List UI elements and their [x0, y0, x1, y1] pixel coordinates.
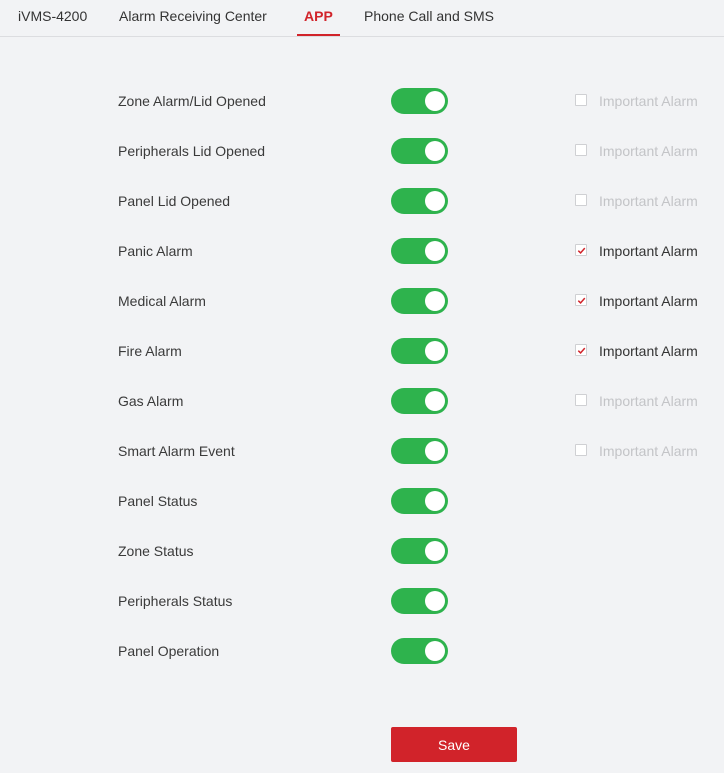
toggle-knob: [425, 141, 445, 161]
toggle-switch[interactable]: [391, 588, 448, 614]
toggle-knob: [425, 291, 445, 311]
save-button[interactable]: Save: [391, 727, 517, 762]
toggle-knob: [425, 341, 445, 361]
toggle-knob: [425, 591, 445, 611]
important-alarm-label: Important Alarm: [599, 443, 698, 459]
setting-label: Panel Status: [118, 493, 198, 509]
checkbox-unchecked-icon: [575, 444, 587, 456]
toggle-switch[interactable]: [391, 188, 448, 214]
toggle-knob: [425, 241, 445, 261]
setting-label: Panic Alarm: [118, 243, 193, 259]
tab-phone-call-and-sms[interactable]: Phone Call and SMS: [364, 8, 494, 35]
setting-row-peripherals-lid-opened: Peripherals Lid Opened Important Alarm: [0, 136, 724, 166]
setting-row-panel-status: Panel Status: [0, 486, 724, 516]
checkbox-unchecked-icon: [575, 94, 587, 106]
tab-bar: iVMS-4200 Alarm Receiving Center APP Pho…: [0, 0, 724, 37]
setting-row-fire-alarm: Fire Alarm Important Alarm: [0, 336, 724, 366]
important-alarm-label: Important Alarm: [599, 343, 698, 359]
checkbox-unchecked-icon: [575, 394, 587, 406]
setting-label: Panel Operation: [118, 643, 220, 659]
setting-label: Fire Alarm: [118, 343, 182, 359]
checkbox-unchecked-icon: [575, 144, 587, 156]
toggle-switch[interactable]: [391, 238, 448, 264]
toggle-knob: [425, 491, 445, 511]
checkbox-checked-icon: [575, 294, 587, 306]
setting-label: Zone Status: [118, 543, 194, 559]
toggle-knob: [425, 391, 445, 411]
setting-row-panel-lid-opened: Panel Lid Opened Important Alarm: [0, 186, 724, 216]
toggle-knob: [425, 641, 445, 661]
toggle-knob: [425, 441, 445, 461]
setting-label: Peripherals Status: [118, 593, 233, 609]
important-alarm-label: Important Alarm: [599, 243, 698, 259]
important-alarm-label: Important Alarm: [599, 193, 698, 209]
toggle-knob: [425, 541, 445, 561]
toggle-switch[interactable]: [391, 88, 448, 114]
setting-row-medical-alarm: Medical Alarm Important Alarm: [0, 286, 724, 316]
important-alarm-label: Important Alarm: [599, 393, 698, 409]
checkbox-checked-icon: [575, 344, 587, 356]
toggle-switch[interactable]: [391, 388, 448, 414]
toggle-switch[interactable]: [391, 338, 448, 364]
important-alarm-label: Important Alarm: [599, 93, 698, 109]
checkbox-checked-icon: [575, 244, 587, 256]
important-alarm-label: Important Alarm: [599, 293, 698, 309]
setting-row-peripherals-status: Peripherals Status: [0, 586, 724, 616]
toggle-switch[interactable]: [391, 288, 448, 314]
setting-row-gas-alarm: Gas Alarm Important Alarm: [0, 386, 724, 416]
setting-label: Zone Alarm/Lid Opened: [118, 93, 266, 109]
setting-label: Peripherals Lid Opened: [118, 143, 266, 159]
toggle-switch[interactable]: [391, 138, 448, 164]
setting-row-zone-status: Zone Status: [0, 536, 724, 566]
setting-row-smart-alarm-event: Smart Alarm Event Important Alarm: [0, 436, 724, 466]
toggle-knob: [425, 191, 445, 211]
toggle-knob: [425, 91, 445, 111]
setting-label: Gas Alarm: [118, 393, 184, 409]
setting-label: Panel Lid Opened: [118, 193, 231, 209]
toggle-switch[interactable]: [391, 538, 448, 564]
setting-label: Smart Alarm Event: [118, 443, 235, 459]
setting-row-zone-alarm-lid-opened: Zone Alarm/Lid Opened Important Alarm: [0, 86, 724, 116]
checkbox-unchecked-icon: [575, 194, 587, 206]
setting-row-panel-operation: Panel Operation: [0, 636, 724, 666]
important-alarm-label: Important Alarm: [599, 143, 698, 159]
toggle-switch[interactable]: [391, 438, 448, 464]
tab-ivms-4200[interactable]: iVMS-4200: [18, 8, 87, 35]
setting-row-panic-alarm: Panic Alarm Important Alarm: [0, 236, 724, 266]
tab-alarm-receiving-center[interactable]: Alarm Receiving Center: [119, 8, 267, 35]
toggle-switch[interactable]: [391, 488, 448, 514]
setting-label: Medical Alarm: [118, 293, 206, 309]
tab-app[interactable]: APP: [297, 8, 340, 36]
toggle-switch[interactable]: [391, 638, 448, 664]
